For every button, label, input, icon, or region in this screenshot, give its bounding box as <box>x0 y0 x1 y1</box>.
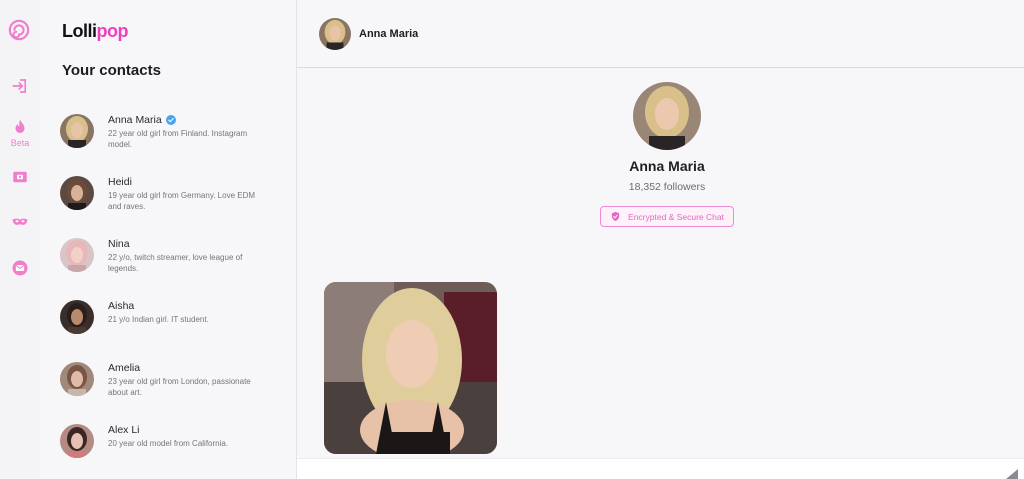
contact-name: Alex Li <box>108 424 140 436</box>
avatar <box>60 362 94 396</box>
app-window: Beta Lollipop Your contacts Anna Maria 2… <box>0 0 1024 479</box>
beta-label: Beta <box>10 138 30 148</box>
header-contact-name[interactable]: Anna Maria <box>359 28 418 40</box>
brand-part-1: Lolli <box>62 21 97 41</box>
profile-card: Anna Maria 18,352 followers Encrypted & … <box>297 82 1024 227</box>
contact-item-alex-li[interactable]: Alex Li 20 year old model from Californi… <box>60 422 290 478</box>
shield-check-icon <box>611 211 620 222</box>
beta-button[interactable]: Beta <box>0 118 40 148</box>
brand-logo[interactable]: Lollipop <box>62 21 128 42</box>
mail-icon <box>12 260 28 276</box>
avatar <box>60 300 94 334</box>
mask-button[interactable] <box>0 213 40 231</box>
contact-name: Amelia <box>108 362 141 374</box>
contact-name: Nina <box>108 238 130 250</box>
avatar <box>60 424 94 458</box>
chat-header: Anna Maria <box>297 0 1024 68</box>
verified-badge-icon <box>165 115 176 125</box>
contact-description: 22 year old girl from Finland. Instagram… <box>108 129 248 149</box>
contacts-title: Your contacts <box>62 62 161 79</box>
contact-name: Heidi <box>108 176 132 188</box>
brand-part-2: pop <box>96 21 129 41</box>
chat-area: Anna Maria Anna Maria 18,352 followers E… <box>297 0 1024 479</box>
contact-item-heidi[interactable]: Heidi 19 year old girl from Germany. Lov… <box>60 174 290 230</box>
contact-name-text: Anna Maria <box>108 114 162 126</box>
contact-description: 23 year old girl from London, passionate… <box>108 377 251 397</box>
contact-description: 20 year old model from California. <box>108 439 229 448</box>
mask-icon <box>12 218 28 225</box>
avatar <box>60 176 94 210</box>
secure-chat-label: Encrypted & Secure Chat <box>628 211 724 222</box>
icon-rail: Beta <box>0 0 40 479</box>
header-avatar[interactable] <box>319 18 351 50</box>
messages-button[interactable] <box>0 259 40 277</box>
follower-count: 18,352 followers <box>628 181 706 193</box>
profile-avatar <box>633 82 701 150</box>
profile-name: Anna Maria <box>629 158 705 174</box>
contact-item-anna-maria[interactable]: Anna Maria 22 year old girl from Finland… <box>60 112 290 168</box>
avatar <box>60 238 94 272</box>
contacts-panel: Lollipop Your contacts Anna Maria 22 yea… <box>40 0 296 479</box>
wallet-button[interactable] <box>0 168 40 186</box>
flame-icon <box>15 119 25 133</box>
wallet-icon <box>13 171 27 183</box>
avatar <box>60 114 94 148</box>
contact-name: Anna Maria <box>108 114 268 126</box>
login-icon <box>12 79 27 93</box>
lollipop-icon[interactable] <box>8 19 30 41</box>
shared-photo[interactable] <box>324 282 497 454</box>
contact-item-nina[interactable]: Nina 22 y/o, twitch streamer, love leagu… <box>60 236 290 292</box>
contact-name: Aisha <box>108 300 135 312</box>
contact-item-amelia[interactable]: Amelia 23 year old girl from London, pas… <box>60 360 290 416</box>
contact-description: 19 year old girl from Germany. Love EDM … <box>108 191 256 211</box>
contact-description: 21 y/o Indian girl. IT student. <box>108 315 209 324</box>
contact-description: 22 y/o, twitch streamer, love league of … <box>108 253 243 273</box>
send-icon[interactable] <box>1006 469 1018 479</box>
message-input-bar[interactable] <box>297 458 1024 479</box>
secure-chat-badge: Encrypted & Secure Chat <box>600 206 734 227</box>
login-button[interactable] <box>0 77 40 95</box>
contact-item-aisha[interactable]: Aisha 21 y/o Indian girl. IT student. <box>60 298 290 354</box>
